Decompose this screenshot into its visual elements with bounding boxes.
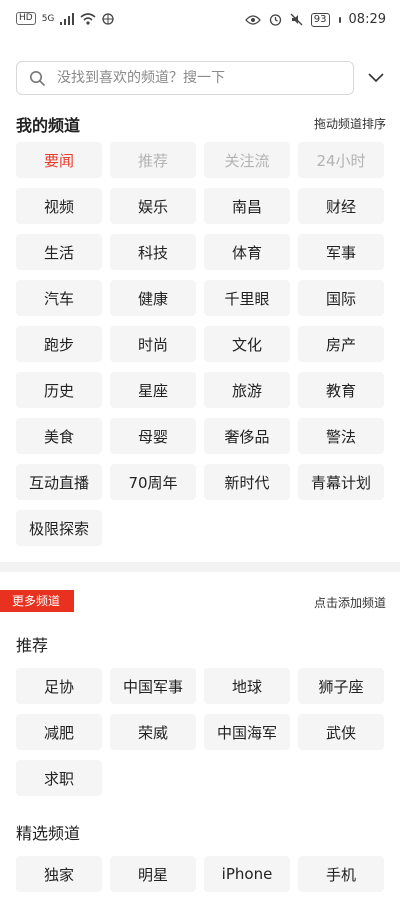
channel-item[interactable]: 美食 [16, 418, 102, 454]
alarm-icon [269, 14, 281, 26]
my-channels-panel: 我的频道 拖动频道排序 要闻推荐关注流24小时视频娱乐南昌财经生活科技体育军事汽… [0, 44, 400, 562]
mute-icon [290, 13, 303, 26]
status-bar: HD 5G 93 08:29 [0, 0, 400, 44]
eye-icon [244, 14, 261, 25]
channel-item[interactable]: 军事 [298, 234, 384, 270]
section-divider [0, 562, 400, 572]
channel-item[interactable]: 科技 [110, 234, 196, 270]
channel-item[interactable]: 教育 [298, 372, 384, 408]
wifi-icon [80, 12, 96, 25]
channel-item[interactable]: 狮子座 [298, 668, 384, 704]
channel-item[interactable]: 生活 [16, 234, 102, 270]
channel-item[interactable]: 关注流 [204, 142, 290, 178]
more-channels-header: 更多频道 点击添加频道 [0, 572, 400, 620]
channel-item[interactable]: 房产 [298, 326, 384, 362]
battery-tip [338, 16, 341, 23]
search-input[interactable] [55, 69, 329, 87]
channel-item[interactable]: iPhone [204, 856, 290, 892]
vpn-icon [102, 12, 115, 25]
channel-item[interactable]: 中国海军 [204, 714, 290, 750]
search-row [0, 44, 400, 102]
status-left: HD 5G [16, 12, 115, 25]
channel-item[interactable]: 母婴 [110, 418, 196, 454]
featured-channels-grid: 独家 明星 iPhone 手机 [0, 856, 400, 904]
channel-item[interactable]: 手机 [298, 856, 384, 892]
channel-item[interactable]: 国际 [298, 280, 384, 316]
channel-item[interactable]: 旅游 [204, 372, 290, 408]
network-badge: 5G [41, 13, 55, 24]
more-channels-badge: 更多频道 [0, 590, 75, 612]
channel-item[interactable]: 视频 [16, 188, 102, 224]
channel-item[interactable]: 要闻 [16, 142, 102, 178]
chevron-down-icon [368, 73, 384, 83]
channel-item[interactable]: 奢侈品 [204, 418, 290, 454]
channel-item[interactable]: 70周年 [110, 464, 196, 500]
channel-item[interactable]: 体育 [204, 234, 290, 270]
channel-item[interactable]: 中国军事 [110, 668, 196, 704]
battery-level: 93 [313, 13, 327, 25]
my-channels-title: 我的频道 [16, 116, 81, 135]
channel-item[interactable]: 极限探索 [16, 510, 102, 546]
featured-group-title: 精选频道 [16, 824, 81, 843]
my-channels-grid: 要闻 推荐 关注流 24小时视频 娱乐 南昌 财经生活 科技 体育 军事汽车 健康 千里眼 国际跑步 时尚… [0, 142, 400, 546]
channel-item[interactable]: 减肥 [16, 714, 102, 750]
channel-item[interactable]: 财经 [298, 188, 384, 224]
channel-item[interactable]: 足协 [16, 668, 102, 704]
channel-item[interactable]: 青幕计划 [298, 464, 384, 500]
channel-item[interactable]: 明星 [110, 856, 196, 892]
add-channel-hint: 点击添加频道 [313, 596, 386, 610]
channel-item[interactable]: 警法 [298, 418, 384, 454]
battery-indicator: 93 [310, 12, 330, 27]
channel-item[interactable]: 南昌 [204, 188, 290, 224]
channel-item[interactable]: 新时代 [204, 464, 290, 500]
channel-item[interactable]: 互动直播 [16, 464, 102, 500]
channel-item[interactable]: 时尚 [110, 326, 196, 362]
status-time: 08:29 [348, 12, 386, 27]
channel-item[interactable]: 求职 [16, 760, 102, 796]
channel-item[interactable]: 武侠 [298, 714, 384, 750]
my-channels-header: 我的频道 拖动频道排序 [0, 102, 400, 142]
channel-item[interactable]: 文化 [204, 326, 290, 362]
status-right: 93 08:29 [244, 12, 386, 27]
channel-item[interactable]: 荣威 [110, 714, 196, 750]
search-box[interactable] [16, 61, 354, 95]
channel-item[interactable]: 跑步 [16, 326, 102, 362]
channel-item[interactable]: 千里眼 [204, 280, 290, 316]
hd-badge: HD [16, 12, 36, 25]
signal-icon [60, 12, 75, 25]
channel-item[interactable]: 历史 [16, 372, 102, 408]
recommend-channels-grid: 足协 中国军事 地球 狮子座减肥 荣威 中国海军 武侠求职 [0, 668, 400, 808]
search-icon [30, 71, 45, 86]
drag-sort-hint: 拖动频道排序 [313, 117, 386, 131]
collapse-button[interactable] [364, 66, 388, 90]
channel-item[interactable]: 地球 [204, 668, 290, 704]
channel-item[interactable]: 独家 [16, 856, 102, 892]
channel-item[interactable]: 24小时 [298, 142, 384, 178]
recommend-group-title: 推荐 [16, 636, 49, 655]
channel-item[interactable]: 娱乐 [110, 188, 196, 224]
channel-item[interactable]: 星座 [110, 372, 196, 408]
channel-item[interactable]: 健康 [110, 280, 196, 316]
more-channels-panel: 更多频道 点击添加频道 推荐 足协 中国军事 地球 狮子座减肥 荣威 中国海军 武侠求职 精… [0, 572, 400, 914]
channel-item[interactable]: 推荐 [110, 142, 196, 178]
channel-item[interactable]: 汽车 [16, 280, 102, 316]
